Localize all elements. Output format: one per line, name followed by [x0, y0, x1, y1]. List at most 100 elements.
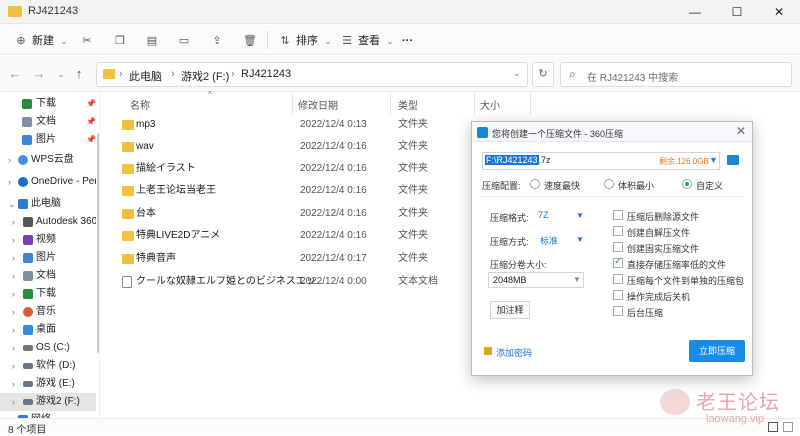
chevron-down-icon[interactable]: ⌄ — [513, 68, 521, 79]
browse-folder-icon[interactable] — [727, 155, 739, 165]
sidebar-item-music[interactable]: › 音乐 — [0, 303, 96, 321]
sidebar-item-onedrive[interactable]: › OneDrive - Perso — [0, 173, 96, 191]
checkbox-solid[interactable] — [613, 242, 623, 252]
path-dropdown-icon[interactable]: ▼ — [709, 155, 718, 165]
search-icon: ⌕ — [569, 67, 576, 81]
column-header-type[interactable]: 类型 — [398, 97, 418, 112]
recent-dropdown[interactable]: ⌄ — [52, 65, 70, 83]
breadcrumb-folder[interactable]: RJ421243 — [241, 68, 291, 80]
file-date: 2022/12/4 0:16 — [300, 185, 367, 196]
checkbox-shutdown[interactable] — [613, 290, 623, 300]
sidebar-item-documents-pc[interactable]: › 文档 — [0, 267, 96, 285]
chevron-down-icon: ▼ — [576, 235, 584, 244]
checkbox-delete-source[interactable] — [613, 210, 623, 220]
method-select[interactable]: 标准 ▼ — [540, 234, 588, 250]
sidebar-item-drive-e[interactable]: › 游戏 (E:) — [0, 375, 96, 393]
dialog-close-icon[interactable]: ✕ — [736, 124, 746, 138]
sidebar-scrollbar[interactable] — [97, 133, 99, 353]
file-row[interactable]: 特典音声 2022/12/4 0:17 文件夹 — [116, 248, 516, 270]
view-list-icon: ☰ — [342, 35, 352, 47]
checkbox-store-low-ratio[interactable] — [613, 256, 623, 268]
pin-icon: 📌 — [86, 117, 96, 126]
sidebar-item-label: 视频 — [36, 234, 56, 245]
sidebar-item-drive-f[interactable]: › 游戏2 (F:) — [0, 393, 96, 411]
column-header-date[interactable]: 修改日期 — [298, 97, 338, 112]
checkbox-separate-archives-label: 压缩每个文件到单独的压缩包 — [627, 276, 745, 286]
file-row[interactable]: 描絵イラスト 2022/12/4 0:16 文件夹 — [116, 158, 516, 180]
view-button[interactable]: ☰ 查看 ⌄ — [340, 32, 394, 50]
search-input[interactable]: ⌕ 在 RJ421243 中搜索 — [560, 62, 792, 87]
radio-custom[interactable] — [682, 179, 692, 189]
column-divider[interactable] — [530, 93, 531, 115]
details-view-icon[interactable] — [768, 422, 778, 432]
chevron-right-icon: › — [12, 379, 15, 389]
sidebar-item-videos[interactable]: › 视频 — [0, 231, 96, 249]
sidebar-item-wps-cloud[interactable]: › WPS云盘 — [0, 151, 96, 169]
up-button[interactable]: ↑ — [70, 65, 88, 83]
minimize-button[interactable]: — — [674, 0, 716, 24]
column-header-name[interactable]: 名称 — [130, 97, 150, 112]
sidebar-item-documents[interactable]: 文档 📌 — [0, 113, 96, 131]
cut-button[interactable]: ✂ — [80, 32, 98, 50]
file-row[interactable]: クールな奴隷エルフ姫とのビジネスエッ... 2022/12/4 0:00 文本文… — [116, 271, 516, 293]
rename-button[interactable]: ▭ — [177, 32, 195, 50]
volume-size-input[interactable]: 2048MB ▼ — [488, 272, 584, 288]
view-label: 查看 — [358, 35, 380, 47]
column-divider[interactable] — [474, 93, 475, 115]
back-button[interactable]: ← — [6, 65, 24, 83]
checkbox-self-extract[interactable] — [613, 226, 623, 236]
sidebar-item-label: 图片 — [36, 252, 56, 263]
sidebar-item-network[interactable]: › 网络 — [0, 411, 96, 418]
format-select[interactable]: 7Z ▼ — [538, 210, 586, 226]
file-row[interactable]: 台本 2022/12/4 0:16 文件夹 — [116, 203, 516, 225]
share-button[interactable]: ⇪ — [210, 32, 228, 50]
file-row[interactable]: 上老王论坛当老王 2022/12/4 0:16 文件夹 — [116, 180, 516, 202]
breadcrumb-drive[interactable]: 游戏2 (F:) — [181, 68, 229, 84]
plus-circle-icon: ⊕ — [16, 35, 26, 47]
lock-icon — [484, 347, 492, 355]
sidebar-item-desktop[interactable]: › 桌面 — [0, 321, 96, 339]
radio-smallest[interactable] — [604, 179, 614, 189]
column-divider[interactable] — [292, 93, 293, 115]
sidebar-item-drive-c[interactable]: › OS (C:) — [0, 339, 96, 357]
file-row[interactable]: wav 2022/12/4 0:16 文件夹 — [116, 136, 516, 158]
refresh-button[interactable]: ↻ — [532, 62, 554, 87]
watermark-logo — [660, 389, 690, 415]
maximize-button[interactable]: ☐ — [716, 0, 758, 24]
radio-fastest[interactable] — [530, 179, 540, 189]
breadcrumb-this-pc[interactable]: 此电脑 — [129, 68, 162, 84]
sidebar-item-this-pc[interactable]: ⌄ 此电脑 — [0, 195, 96, 213]
sidebar-item-pictures-pc[interactable]: › 图片 — [0, 249, 96, 267]
column-divider[interactable] — [390, 93, 391, 115]
output-path-input[interactable]: F:\RJ421243.7z 剩余:126.0GB ▼ — [482, 152, 720, 170]
format-label: 压缩格式: — [490, 213, 529, 223]
sort-button[interactable]: ⇅ 排序 ⌄ — [278, 32, 331, 50]
watermark-text: 老王论坛 — [696, 390, 780, 414]
add-comment-button[interactable]: 加注释 — [490, 301, 530, 319]
paste-button[interactable]: ▤ — [145, 32, 163, 50]
title-bar: RJ421243 — ☐ ✕ — [0, 0, 800, 24]
chevron-right-icon: › — [8, 155, 11, 165]
column-header-size[interactable]: 大小 — [480, 97, 500, 112]
checkbox-background[interactable] — [613, 306, 623, 316]
checkbox-separate-archives[interactable] — [613, 274, 623, 284]
tiles-view-icon[interactable] — [783, 422, 793, 432]
file-row[interactable]: mp3 2022/12/4 0:13 文件夹 — [116, 114, 516, 136]
new-button[interactable]: ⊕ 新建 ⌄ — [14, 32, 67, 50]
compress-now-button[interactable]: 立即压缩 — [689, 340, 745, 362]
sidebar-item-downloads[interactable]: 下载 📌 — [0, 95, 96, 113]
file-type: 文件夹 — [398, 230, 428, 241]
copy-button[interactable]: ❐ — [113, 32, 131, 50]
delete-button[interactable]: 🗑 — [243, 32, 261, 50]
forward-button[interactable]: → — [30, 65, 48, 83]
file-row[interactable]: 特典LIVE2Dアニメ 2022/12/4 0:16 文件夹 — [116, 225, 516, 247]
sidebar-item-autodesk[interactable]: › Autodesk 360 — [0, 213, 96, 231]
address-bar[interactable]: › 此电脑 › 游戏2 (F:) › RJ421243 ⌄ — [96, 62, 528, 87]
add-password-link[interactable]: 添加密码 — [496, 346, 532, 359]
checkbox-self-extract-label: 创建自解压文件 — [627, 228, 691, 238]
more-button[interactable]: ··· — [402, 32, 413, 50]
close-button[interactable]: ✕ — [758, 0, 800, 24]
sidebar-item-downloads-pc[interactable]: › 下载 — [0, 285, 96, 303]
sidebar-item-pictures[interactable]: 图片 📌 — [0, 131, 96, 149]
sidebar-item-drive-d[interactable]: › 软件 (D:) — [0, 357, 96, 375]
